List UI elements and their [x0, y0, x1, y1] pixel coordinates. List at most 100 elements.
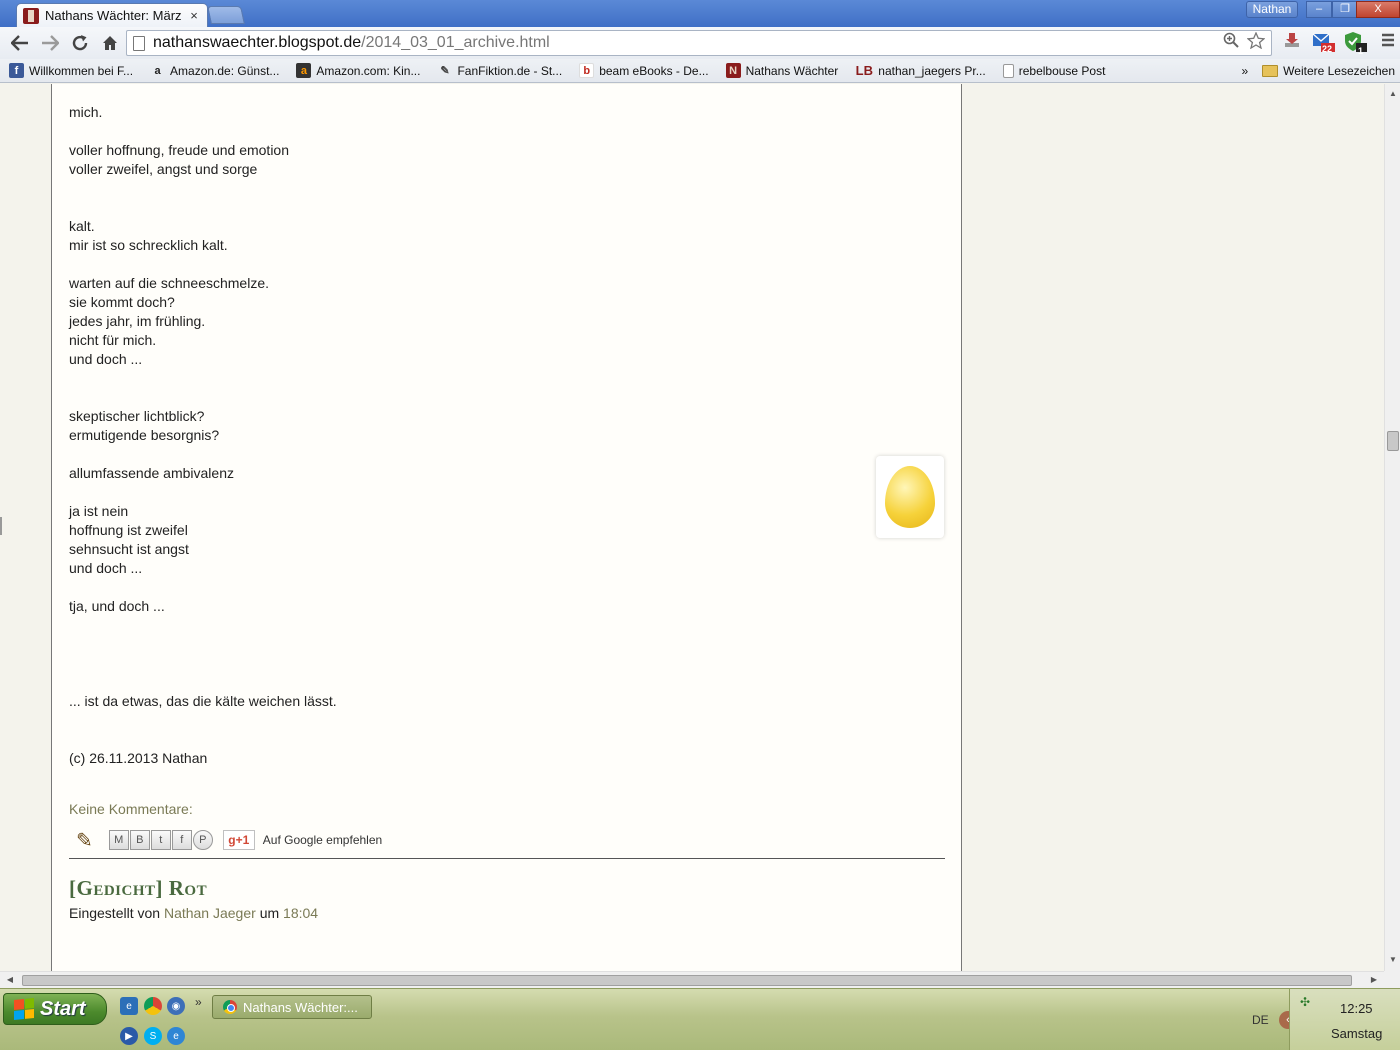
bookmark-label: Nathans Wächter [745, 63, 839, 78]
chrome-quicklaunch-icon[interactable] [144, 997, 162, 1015]
reload-icon[interactable] [66, 29, 94, 57]
zoom-icon[interactable] [1223, 32, 1239, 54]
page-viewport: für wen?mich.voller hoffnung, freude und… [0, 84, 1384, 971]
mail-count-badge: 22 [1322, 44, 1333, 54]
address-bar[interactable]: nathanswaechter.blogspot.de/2014_03_01_a… [126, 30, 1272, 56]
blogthis-share-button[interactable]: B [129, 830, 150, 850]
scroll-down-icon[interactable]: ▼ [1385, 952, 1400, 968]
edit-pencil-icon[interactable]: ✎ [76, 828, 93, 853]
horizontal-scroll-thumb[interactable] [22, 975, 1352, 986]
profile-badge[interactable]: Nathan [1246, 1, 1298, 18]
browser-tab[interactable]: Nathans Wächter: März × [16, 3, 208, 27]
scroll-left-icon[interactable]: ◀ [2, 972, 18, 988]
twitter-share-button[interactable]: t [150, 830, 171, 850]
byline-mid: um [259, 905, 280, 921]
post-byline: Eingestellt von Nathan Jaeger um 18:04 [69, 905, 318, 921]
google-plus-one-button[interactable]: g+1 [222, 830, 255, 850]
lb-icon: LB [855, 63, 873, 78]
maximize-button[interactable]: ❐ [1332, 1, 1358, 18]
media-player-icon[interactable]: ▶ [120, 1027, 138, 1045]
vertical-scrollbar[interactable]: ▲ ▼ [1384, 84, 1400, 971]
skype-icon[interactable]: S [144, 1027, 162, 1045]
other-bookmarks-folder[interactable]: Weitere Lesezeichen [1262, 64, 1400, 78]
byline-prefix: Eingestellt von [69, 905, 161, 921]
poem-line: sehnsucht ist angst [69, 541, 189, 557]
google-recommend-text: Auf Google empfehlen [262, 833, 383, 847]
poem-line: ... ist da etwas, das die kälte weichen … [69, 693, 337, 709]
bookmark-rebelbouse[interactable]: rebelbouse Post [994, 63, 1114, 78]
bookmark-nathan-jaegers[interactable]: LB nathan_jaegers Pr... [846, 63, 993, 78]
scroll-right-icon[interactable]: ▶ [1366, 972, 1382, 988]
ie-desktop-quicklaunch-icon[interactable]: e [120, 997, 138, 1015]
poem-line: voller hoffnung, freude und emotion [69, 142, 290, 158]
email-share-button[interactable]: M [108, 830, 129, 850]
poem-line: ermutigende besorgnis? [69, 427, 220, 443]
post-title[interactable]: [Gedicht] Rot [69, 876, 207, 901]
minimize-button[interactable]: – [1306, 1, 1332, 18]
bookmarks-overflow-chevron[interactable]: » [1241, 64, 1262, 78]
bookmark-star-icon[interactable] [1246, 31, 1266, 54]
poem-line: skeptischer lichtblick? [69, 408, 205, 424]
bookmark-amazon-com[interactable]: a Amazon.com: Kin... [287, 63, 428, 78]
back-arrow-icon[interactable] [6, 29, 34, 57]
taskbar-window-chrome[interactable]: Nathans Wächter:... [212, 995, 372, 1019]
amazon-icon: a [154, 64, 161, 77]
easter-egg-widget[interactable] [876, 456, 944, 538]
pinterest-share-button[interactable]: P [192, 830, 213, 850]
poem-line [69, 122, 949, 141]
clock-day: Samstag [1331, 1026, 1383, 1041]
folder-icon [1262, 64, 1279, 77]
tab-close-icon[interactable]: × [187, 8, 201, 23]
internet-explorer-icon[interactable]: e [167, 1027, 185, 1045]
poem-line: warten auf die schneeschmelze. [69, 275, 269, 291]
egg-icon [885, 466, 935, 528]
bookmark-amazon-de[interactable]: a Amazon.de: Günst... [141, 63, 287, 78]
shield-extension-icon[interactable]: 1 [1344, 31, 1368, 56]
beam-icon: b [579, 63, 595, 78]
author-link[interactable]: Nathan Jaeger [164, 905, 256, 921]
forward-arrow-icon[interactable] [36, 29, 64, 57]
bookmark-fanfiktion[interactable]: ✎ FanFiktion.de - St... [428, 63, 570, 78]
page-icon [133, 35, 145, 51]
facebook-share-button[interactable]: f [171, 830, 192, 850]
poem-line: sie kommt doch? [69, 294, 175, 310]
comments-link[interactable]: Keine Kommentare: [69, 801, 193, 817]
network-tray-icon[interactable]: ✣ [1300, 995, 1316, 1011]
post-time-link[interactable]: 18:04 [283, 905, 318, 921]
post-divider [69, 858, 945, 859]
menu-icon[interactable] [1376, 31, 1400, 55]
poem-line [69, 84, 949, 103]
start-button[interactable]: Start [3, 993, 107, 1025]
mail-extension-icon[interactable]: 22 [1312, 31, 1336, 55]
home-icon[interactable] [96, 29, 124, 57]
horizontal-scrollbar[interactable]: ◀ ▶ [0, 971, 1384, 988]
poem-line [69, 255, 949, 274]
post-body: für wen?mich.voller hoffnung, freude und… [69, 84, 949, 768]
poem-line: mich. [69, 104, 103, 120]
scrollbar-corner [1384, 971, 1400, 988]
blog-main-column: für wen?mich.voller hoffnung, freude und… [51, 84, 962, 971]
new-tab-button[interactable] [207, 6, 245, 24]
page-icon [1002, 63, 1014, 78]
scroll-up-icon[interactable]: ▲ [1385, 86, 1400, 102]
close-window-button[interactable]: X [1356, 1, 1400, 18]
vertical-scroll-thumb[interactable] [1387, 431, 1399, 451]
blog-favicon-icon [23, 7, 39, 24]
bookmark-facebook[interactable]: f Willkommen bei F... [0, 63, 141, 78]
poem-line [69, 198, 949, 217]
browser-quicklaunch-icon[interactable]: ◉ [167, 997, 185, 1015]
chrome-icon [223, 1000, 237, 1014]
bookmark-label: beam eBooks - De... [599, 63, 709, 78]
poem-line [69, 730, 949, 749]
bookmark-beam[interactable]: b beam eBooks - De... [570, 63, 716, 78]
poem-line [69, 635, 949, 654]
quicklaunch-overflow[interactable]: » [195, 995, 202, 1009]
url-host: nathanswaechter.blogspot.de [153, 34, 362, 51]
bookmark-nathans-waechter[interactable]: N Nathans Wächter [717, 63, 847, 78]
download-extension-icon[interactable] [1280, 31, 1304, 55]
poem-line: jedes jahr, im frühling. [69, 313, 206, 329]
browser-titlebar: Nathans Wächter: März × Nathan – ❐ X [0, 0, 1400, 27]
bookmark-label: rebelbouse Post [1018, 63, 1106, 78]
language-indicator[interactable]: DE [1252, 1013, 1269, 1027]
poem-line: kalt. [69, 218, 95, 234]
